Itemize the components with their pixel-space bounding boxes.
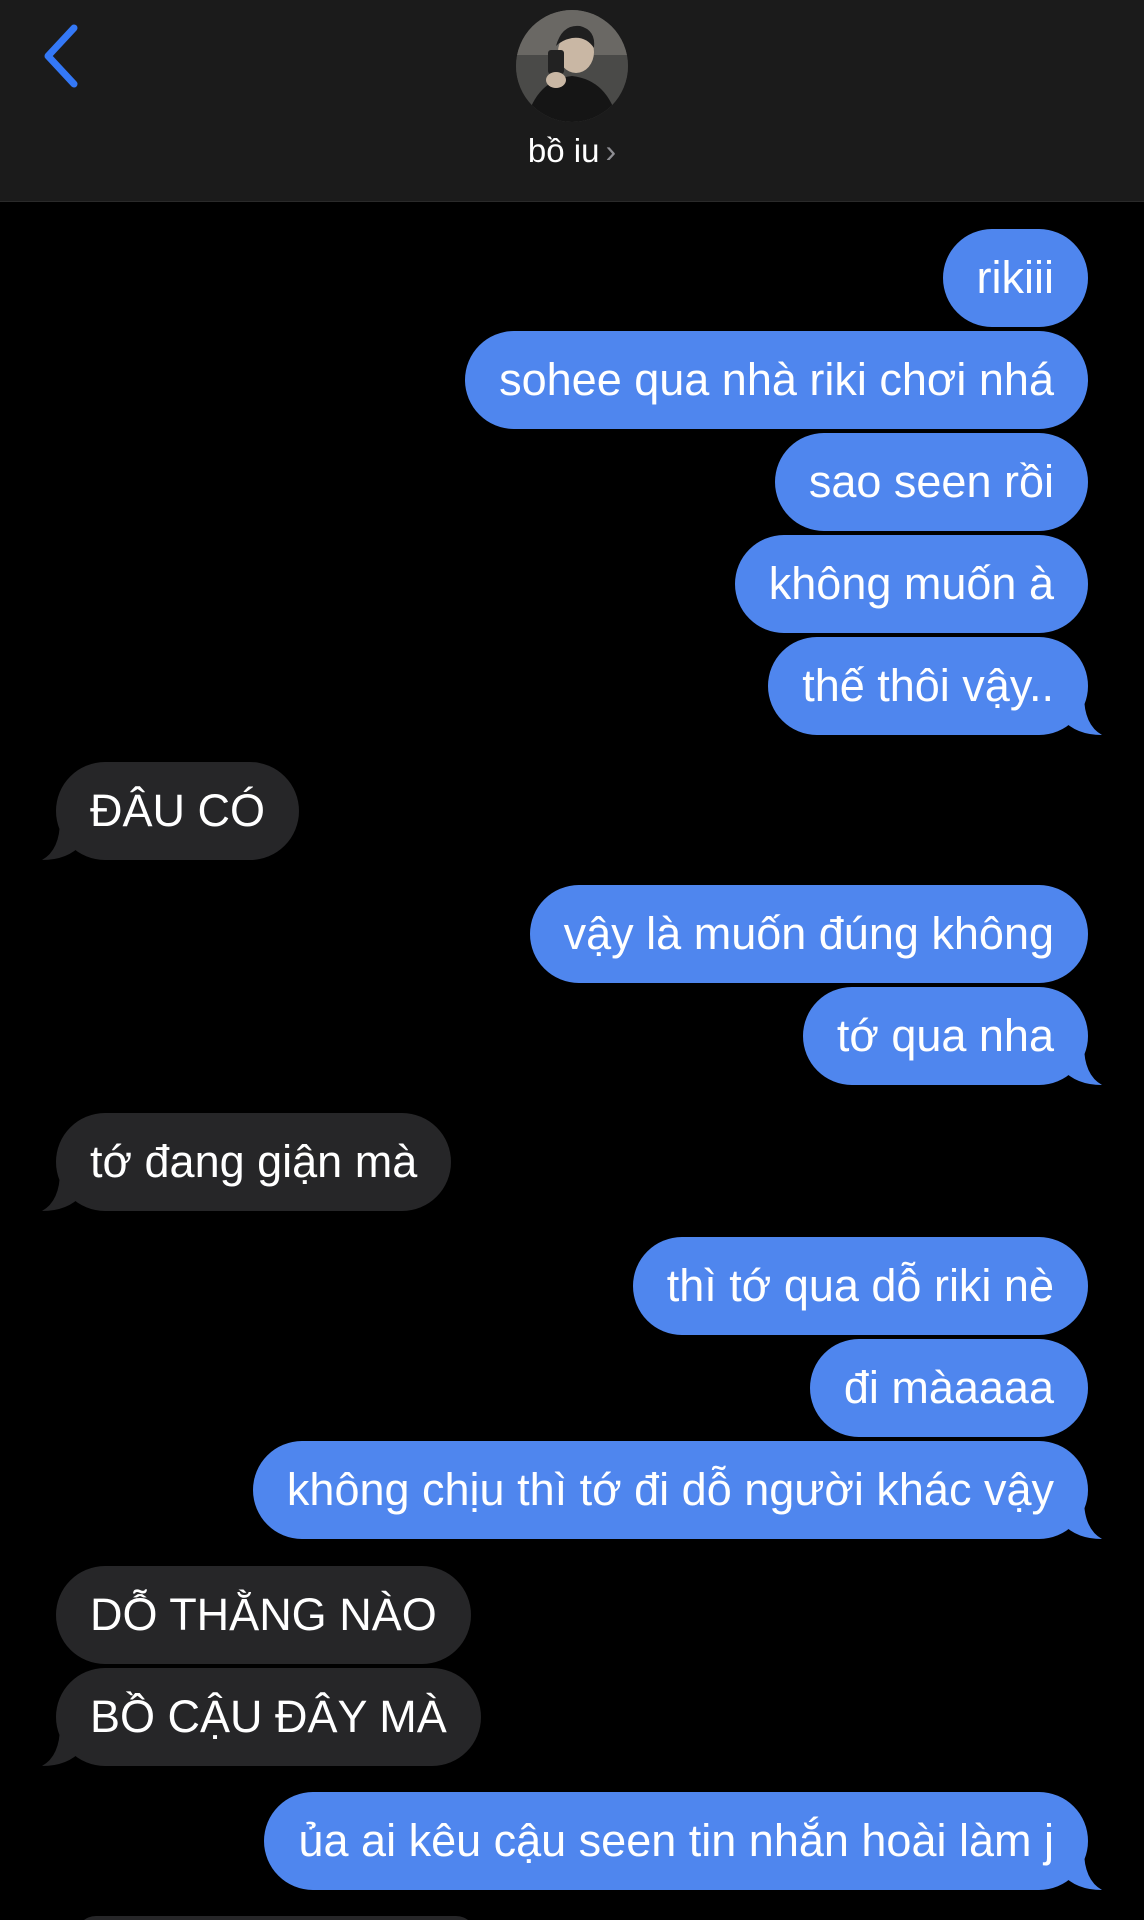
message-sent[interactable]: đi màaaaa bbox=[809, 1339, 1088, 1437]
message-sent[interactable]: sao seen rồi bbox=[774, 433, 1088, 531]
conversation-header: bồ iu › bbox=[0, 0, 1144, 202]
message-sent[interactable]: thế thôi vậy.. bbox=[768, 637, 1088, 735]
message-sent[interactable]: không muốn à bbox=[734, 535, 1088, 633]
bubble-tail bbox=[1062, 1045, 1102, 1085]
message-thread[interactable]: rikiii sohee qua nhà riki chơi nhá sao s… bbox=[0, 201, 1144, 1920]
message-sent[interactable]: ủa ai kêu cậu seen tin nhắn hoài làm j bbox=[264, 1792, 1088, 1890]
bubble-tail bbox=[42, 1171, 82, 1211]
message-sent[interactable]: rikiii bbox=[942, 229, 1088, 327]
contact-avatar[interactable] bbox=[516, 10, 628, 122]
bubble-tail bbox=[42, 1726, 82, 1766]
message-sent[interactable]: không chịu thì tớ đi dỗ người khác vậy bbox=[252, 1441, 1088, 1539]
contact-name-button[interactable]: bồ iu › bbox=[0, 126, 1144, 176]
message-received[interactable]: ĐÂU CÓ bbox=[56, 762, 300, 860]
chevron-right-icon: › bbox=[605, 133, 617, 169]
bubble-tail bbox=[42, 820, 82, 860]
avatar-photo bbox=[516, 10, 628, 122]
message-received-partial bbox=[76, 1916, 476, 1920]
bubble-tail bbox=[1062, 1499, 1102, 1539]
message-received[interactable]: DỖ THẰNG NÀO bbox=[56, 1566, 471, 1664]
message-sent[interactable]: thì tớ qua dỗ riki nè bbox=[632, 1237, 1088, 1335]
message-sent[interactable]: tớ qua nha bbox=[802, 987, 1088, 1085]
bubble-tail bbox=[1062, 1850, 1102, 1890]
back-button[interactable] bbox=[40, 22, 90, 92]
message-sent[interactable]: vậy là muốn đúng không bbox=[529, 885, 1088, 983]
contact-name: bồ iu bbox=[527, 132, 600, 169]
message-received[interactable]: tớ đang giận mà bbox=[56, 1113, 452, 1211]
chevron-left-icon bbox=[44, 24, 78, 88]
message-sent[interactable]: sohee qua nhà riki chơi nhá bbox=[465, 331, 1088, 429]
bubble-tail bbox=[1062, 695, 1102, 735]
message-received[interactable]: BỒ CẬU ĐÂY MÀ bbox=[56, 1668, 481, 1766]
